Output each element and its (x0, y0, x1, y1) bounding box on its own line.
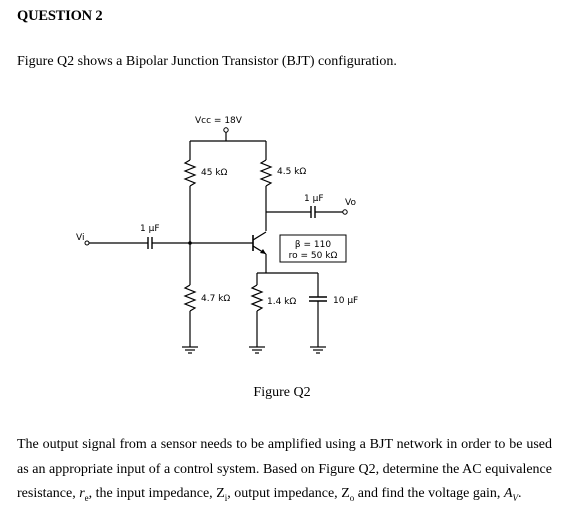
npn-transistor (252, 231, 267, 255)
zo-symbol: Z (341, 486, 350, 501)
r1-label: 45 kΩ (201, 168, 228, 178)
ce-label: 10 µF (333, 296, 358, 306)
rc-label: 4.5 kΩ (277, 167, 306, 177)
circuit-diagram: Vcc = 18V 45 kΩ 4.5 kΩ 1 µF Vo Vi 1 µF β… (76, 116, 358, 354)
ground-icon (249, 346, 265, 354)
resistor-rc (259, 159, 273, 187)
body-text: , output impedance, (227, 486, 342, 501)
resistor-r2 (183, 284, 197, 312)
output-cap-label: 1 µF (304, 194, 324, 204)
resistor-re (250, 284, 264, 312)
base-node (188, 241, 192, 245)
body-text: . (518, 486, 522, 501)
input-cap-label: 1 µF (140, 224, 160, 234)
body-text: , the input impedance, (88, 486, 217, 501)
vi-terminal (84, 240, 90, 246)
vo-terminal (342, 209, 348, 215)
question-body: The output signal from a sensor needs to… (17, 433, 552, 510)
ground-icon (182, 346, 198, 354)
re-label: 1.4 kΩ (267, 297, 296, 307)
vi-label: Vi (76, 233, 84, 243)
ro-label: ro = 50 kΩ (289, 251, 338, 261)
beta-label: β = 110 (295, 240, 331, 250)
resistor-r1 (183, 159, 197, 187)
figure-caption: Figure Q2 (253, 385, 311, 400)
av-symbol: A (503, 486, 513, 501)
ground-icon (310, 346, 326, 354)
vo-label: Vo (345, 198, 356, 208)
vcc-label: Vcc = 18V (195, 116, 243, 126)
vcc-terminal (223, 127, 229, 133)
zi-symbol: Z (216, 486, 225, 501)
r2-label: 4.7 kΩ (201, 294, 230, 304)
body-text: and find the voltage gain, (354, 486, 504, 501)
